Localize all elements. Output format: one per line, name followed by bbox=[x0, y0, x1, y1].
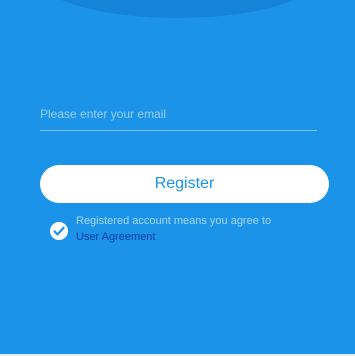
agreement-checkbox[interactable] bbox=[50, 222, 68, 240]
email-input[interactable] bbox=[40, 100, 317, 128]
header-arc bbox=[40, 0, 315, 18]
agreement-text-block: Registered account means you agree to Us… bbox=[76, 213, 341, 245]
checkmark-icon bbox=[53, 226, 65, 236]
email-field[interactable] bbox=[40, 100, 317, 131]
register-button[interactable]: Register bbox=[40, 165, 329, 203]
user-agreement-link[interactable]: User Agreement bbox=[76, 229, 341, 245]
agreement-text: Registered account means you agree to bbox=[76, 215, 272, 227]
register-screen: Register Registered account means you ag… bbox=[0, 0, 355, 356]
